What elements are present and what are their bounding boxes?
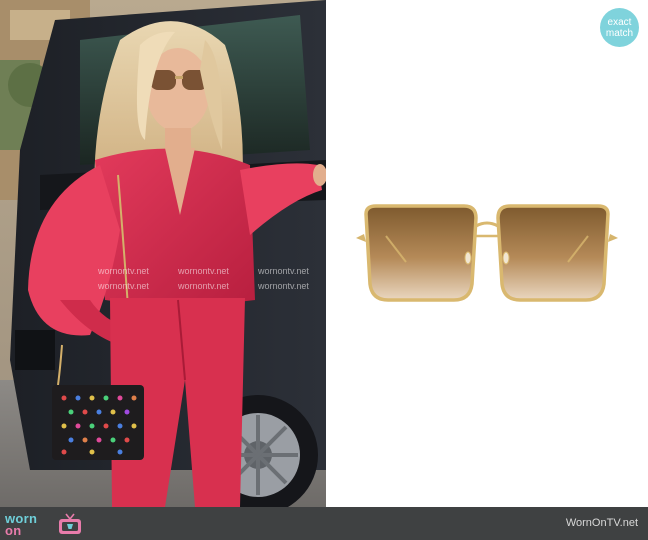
logo-word-on: on (5, 523, 22, 538)
right-lens (496, 204, 610, 302)
tv-icon (59, 513, 81, 534)
badge-line-1: exact (607, 16, 632, 28)
bridge (475, 221, 499, 228)
right-temple (608, 234, 618, 242)
left-temple (356, 234, 366, 242)
footer-site-name[interactable]: WornOnTV.net (566, 517, 638, 529)
wornontv-logo[interactable]: worn on (5, 510, 83, 538)
watermark-text: wornontv.net (178, 281, 229, 291)
sunglasses-product (356, 204, 618, 302)
watermark-text: wornontv.net (98, 281, 149, 291)
left-lens (364, 204, 478, 302)
watermark-text: wornontv.net (98, 266, 149, 276)
watermark-text: wornontv.net (258, 266, 309, 276)
watermark-text: wornontv.net (178, 266, 229, 276)
left-nose-pad (464, 251, 472, 265)
right-nose-pad (502, 251, 510, 265)
exact-match-badge: exact match (600, 8, 639, 47)
badge-line-2: match (605, 27, 634, 39)
watermark-text: wornontv.net (258, 281, 309, 291)
product-image (326, 0, 648, 507)
outfit-photo: wornontv.net wornontv.net wornontv.net w… (0, 0, 326, 507)
footer-bar: worn on WornOnTV.net (0, 507, 648, 540)
outfit-photo-illustration (0, 0, 326, 507)
